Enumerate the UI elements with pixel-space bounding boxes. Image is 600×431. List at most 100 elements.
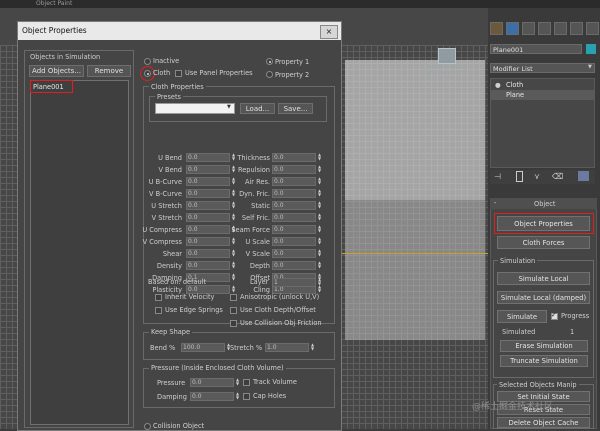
spinner-arrows-icon[interactable]: ▲ ▼ xyxy=(310,343,315,352)
pressure-group xyxy=(143,368,335,408)
simulation-header: Simulation xyxy=(498,257,538,265)
simulate-local-damped-button[interactable]: Simulate Local (damped) xyxy=(497,291,590,304)
cloth-plane-bottom xyxy=(345,200,485,340)
property1-radio[interactable] xyxy=(266,58,273,65)
param-spinner[interactable]: 0.0 xyxy=(272,237,316,246)
stack-item-cloth[interactable]: Cloth xyxy=(506,81,523,89)
spinner-arrows-icon[interactable]: ▲ ▼ xyxy=(317,261,322,270)
spinner-arrows-icon[interactable]: ▲ ▼ xyxy=(235,392,240,401)
param-label: Air Res. xyxy=(244,178,270,186)
simulated-value: 1 xyxy=(570,328,575,336)
property2-label: Property 2 xyxy=(275,71,310,79)
stack-item-plane[interactable]: Plane xyxy=(506,91,524,99)
bend-label: Bend % xyxy=(150,344,176,352)
simulate-local-button[interactable]: Simulate Local xyxy=(497,272,590,285)
based-on-label: Based on: default xyxy=(148,278,207,286)
cloth-forces-button[interactable]: Cloth Forces xyxy=(497,236,590,249)
bend-spinner[interactable]: 100.0 xyxy=(181,343,225,352)
cap-holes-checkbox[interactable] xyxy=(243,393,250,400)
spinner-arrows-icon[interactable]: ▲ ▼ xyxy=(317,213,322,222)
param-spinner[interactable]: 0.0 xyxy=(272,225,316,234)
objects-list[interactable] xyxy=(30,80,129,425)
truncate-simulation-button[interactable]: Truncate Simulation xyxy=(500,355,588,367)
param-spinner[interactable]: 0.0 xyxy=(272,201,316,210)
param-label: Thickness xyxy=(237,154,270,162)
param-label: Seam Force xyxy=(231,226,270,234)
spinner-arrows-icon[interactable]: ▲ ▼ xyxy=(317,189,322,198)
param-label: V Stretch xyxy=(151,214,182,222)
presets-dropdown[interactable] xyxy=(155,103,235,114)
object-name-field[interactable]: Plane001 xyxy=(490,44,582,54)
pressure-label: Pressure xyxy=(157,379,186,387)
use-cloth-depth-label: Use Cloth Depth/Offset xyxy=(240,306,316,314)
dialog-title-bar[interactable]: Object Properties × xyxy=(18,22,341,40)
command-panel: Plane001 Modifier List ▼ ● Cloth Plane ⊣… xyxy=(488,8,600,429)
spinner-arrows-icon[interactable]: ▲ ▼ xyxy=(317,237,322,246)
stretch-spinner[interactable]: 1.0 xyxy=(265,343,309,352)
keep-shape-title: Keep Shape xyxy=(149,328,193,336)
load-button[interactable]: Load... xyxy=(240,103,275,114)
damping-pressure-spinner[interactable]: 0.0 xyxy=(190,392,234,401)
anisotropic-label: Anisotropic (unlock U,V) xyxy=(240,293,320,301)
inactive-radio[interactable] xyxy=(144,58,151,65)
light-bulb-icon[interactable]: ● xyxy=(495,81,501,89)
simulated-label: Simulated xyxy=(502,328,536,336)
configure-modifier-sets-icon[interactable] xyxy=(578,171,589,181)
view-cube-icon[interactable] xyxy=(438,48,456,64)
menu-title[interactable]: Object Paint xyxy=(36,0,72,7)
make-unique-icon[interactable]: ⋎ xyxy=(534,172,540,181)
object-color-swatch[interactable] xyxy=(586,44,596,54)
add-objects-button[interactable]: Add Objects... xyxy=(29,65,84,77)
remove-modifier-icon[interactable]: ⌫ xyxy=(552,172,563,181)
param-spinner[interactable]: 0.0 xyxy=(272,213,316,222)
dialog-title: Object Properties xyxy=(22,26,87,35)
use-panel-checkbox[interactable] xyxy=(175,70,182,77)
chevron-down-icon: ▼ xyxy=(588,64,592,70)
pin-stack-icon[interactable]: ⊣ xyxy=(494,172,501,181)
close-icon[interactable]: × xyxy=(320,25,338,39)
use-cloth-depth-checkbox[interactable] xyxy=(230,307,237,314)
hierarchy-tab-icon[interactable] xyxy=(522,22,535,35)
modifier-list-dropdown[interactable]: Modifier List xyxy=(490,63,595,73)
cloth-plane-top xyxy=(345,60,485,200)
spinner-arrows-icon[interactable]: ▲ ▼ xyxy=(317,225,322,234)
remove-button[interactable]: Remove xyxy=(87,65,131,77)
param-spinner[interactable]: 0.0 xyxy=(272,165,316,174)
display-tab-icon[interactable] xyxy=(554,22,567,35)
param-spinner[interactable]: 0.0 xyxy=(272,249,316,258)
track-volume-label: Track Volume xyxy=(253,378,297,386)
motion-tab-icon[interactable] xyxy=(538,22,551,35)
param-spinner[interactable]: 0.0 xyxy=(272,177,316,186)
use-edge-springs-checkbox[interactable] xyxy=(155,307,162,314)
track-volume-checkbox[interactable] xyxy=(243,379,250,386)
erase-simulation-button[interactable]: Erase Simulation xyxy=(500,340,588,352)
param-spinner[interactable]: 0.0 xyxy=(272,261,316,270)
param-spinner[interactable]: 0.0 xyxy=(272,153,316,162)
view-cube-ring-icon xyxy=(425,66,467,73)
spinner-arrows-icon[interactable]: ▲ ▼ xyxy=(317,278,322,287)
pressure-title: Pressure (Inside Enclosed Cloth Volume) xyxy=(149,364,286,372)
create-tab-icon[interactable] xyxy=(490,22,503,35)
spinner-arrows-icon[interactable]: ▲ ▼ xyxy=(317,249,322,258)
spinner-arrows-icon[interactable]: ▲ ▼ xyxy=(317,165,322,174)
use-edge-springs-label: Use Edge Springs xyxy=(165,306,223,314)
simulate-button[interactable]: Simulate xyxy=(497,310,547,323)
spinner-arrows-icon[interactable]: ▲ ▼ xyxy=(317,177,322,186)
property2-radio[interactable] xyxy=(266,71,273,78)
anisotropic-checkbox[interactable] xyxy=(230,294,237,301)
spinner-arrows-icon[interactable]: ▲ ▼ xyxy=(317,153,322,162)
layer-spinner[interactable]: 1 xyxy=(272,278,316,287)
modify-tab-icon[interactable] xyxy=(506,22,519,35)
param-spinner[interactable]: 0.0 xyxy=(272,189,316,198)
save-button[interactable]: Save... xyxy=(278,103,313,114)
param-label: U Stretch xyxy=(151,202,182,210)
inherit-velocity-checkbox[interactable] xyxy=(155,294,162,301)
spinner-arrows-icon[interactable]: ▲ ▼ xyxy=(317,201,322,210)
use-collision-obj-checkbox[interactable] xyxy=(230,320,237,327)
extra-tab-icon[interactable] xyxy=(586,22,599,35)
show-end-result-icon[interactable] xyxy=(516,171,523,182)
utilities-tab-icon[interactable] xyxy=(570,22,583,35)
delete-object-cache-button[interactable]: Delete Object Cache xyxy=(497,417,590,428)
pressure-spinner[interactable]: 0.0 xyxy=(190,378,234,387)
spinner-arrows-icon[interactable]: ▲ ▼ xyxy=(235,378,240,387)
